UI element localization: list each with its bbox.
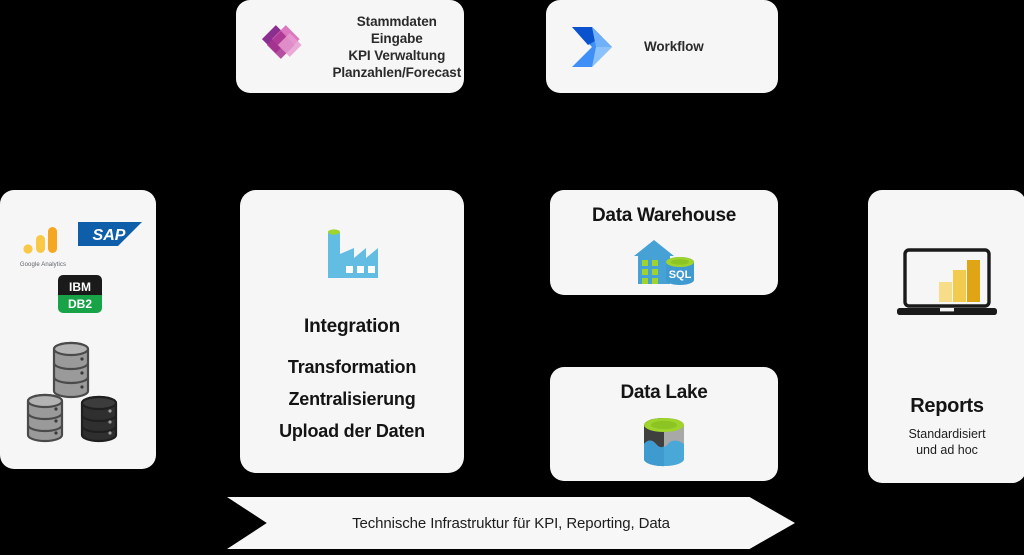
card-data-sources[interactable]: Google Analytics SAP IBM DB2 [0, 190, 156, 469]
card-content: Reports Standardisiert und ad hoc [868, 190, 1024, 483]
integration-title: Integration [304, 316, 400, 337]
sql-label: SQL [669, 269, 692, 281]
integration-line-2: Zentralisierung [288, 389, 416, 409]
stammdaten-line-3: Planzahlen/Forecast [332, 64, 462, 80]
svg-text:IBM: IBM [69, 280, 91, 294]
power-apps-icon [261, 24, 302, 59]
sap-logo: SAP [78, 220, 144, 255]
factory-icon [328, 229, 378, 278]
stammdaten-line-1: Stammdaten Eingabe [356, 13, 437, 46]
card-workflow-label: Workflow [644, 39, 704, 54]
database-servers-icon [26, 341, 118, 443]
card-content: Stammdaten Eingabe KPI Verwaltung Planza… [236, 0, 464, 93]
warehouse-sql-icon: SQL [634, 240, 694, 285]
infrastructure-banner-label: Technische Infrastruktur für KPI, Report… [352, 514, 670, 532]
card-reports[interactable]: Reports Standardisiert und ad hoc [868, 190, 1024, 483]
google-analytics-logo: Google Analytics [14, 225, 72, 268]
card-stammdaten-label: Stammdaten Eingabe KPI Verwaltung Planza… [330, 13, 464, 81]
svg-text:DB2: DB2 [68, 297, 92, 311]
card-content: Data Warehouse SQL [550, 190, 778, 295]
data-warehouse-title: Data Warehouse [592, 205, 736, 226]
google-analytics-caption: Google Analytics [19, 262, 67, 268]
ibm-db2-logo: IBM DB2 [58, 275, 102, 322]
integration-line-1: Transformation [287, 357, 417, 377]
card-content: Data Lake [550, 367, 778, 481]
google-analytics-glyph [23, 227, 57, 254]
reports-subtitle-line-1: Standardisiert [908, 427, 986, 441]
infrastructure-banner: Technische Infrastruktur für KPI, Report… [227, 497, 795, 549]
card-content: Google Analytics SAP IBM DB2 [0, 190, 156, 469]
laptop-powerbi-icon [897, 248, 997, 315]
reports-title: Reports [910, 395, 984, 417]
integration-line-3: Upload der Daten [279, 421, 425, 441]
card-content: Integration Transformation Zentralisieru… [240, 190, 464, 473]
stammdaten-line-2: KPI Verwaltung [348, 47, 446, 63]
diagram-canvas: Stammdaten Eingabe KPI Verwaltung Planza… [0, 0, 1024, 555]
reports-subtitle: Standardisiert und ad hoc [908, 426, 985, 458]
card-workflow[interactable]: Workflow [546, 0, 778, 93]
card-data-lake[interactable]: Data Lake [550, 367, 778, 481]
card-integration[interactable]: Integration Transformation Zentralisieru… [240, 190, 464, 473]
sap-glyph: SAP [78, 222, 142, 246]
data-lake-title: Data Lake [620, 382, 708, 403]
data-lake-cylinder-icon [644, 418, 684, 467]
power-automate-icon [572, 26, 612, 67]
ibm-db2-glyph: IBM DB2 [58, 275, 102, 313]
card-content: Workflow [546, 0, 778, 93]
svg-text:SAP: SAP [93, 227, 126, 244]
reports-subtitle-line-2: und ad hoc [916, 443, 978, 457]
card-stammdaten-eingabe[interactable]: Stammdaten Eingabe KPI Verwaltung Planza… [236, 0, 464, 93]
card-data-warehouse[interactable]: Data Warehouse SQL [550, 190, 778, 295]
